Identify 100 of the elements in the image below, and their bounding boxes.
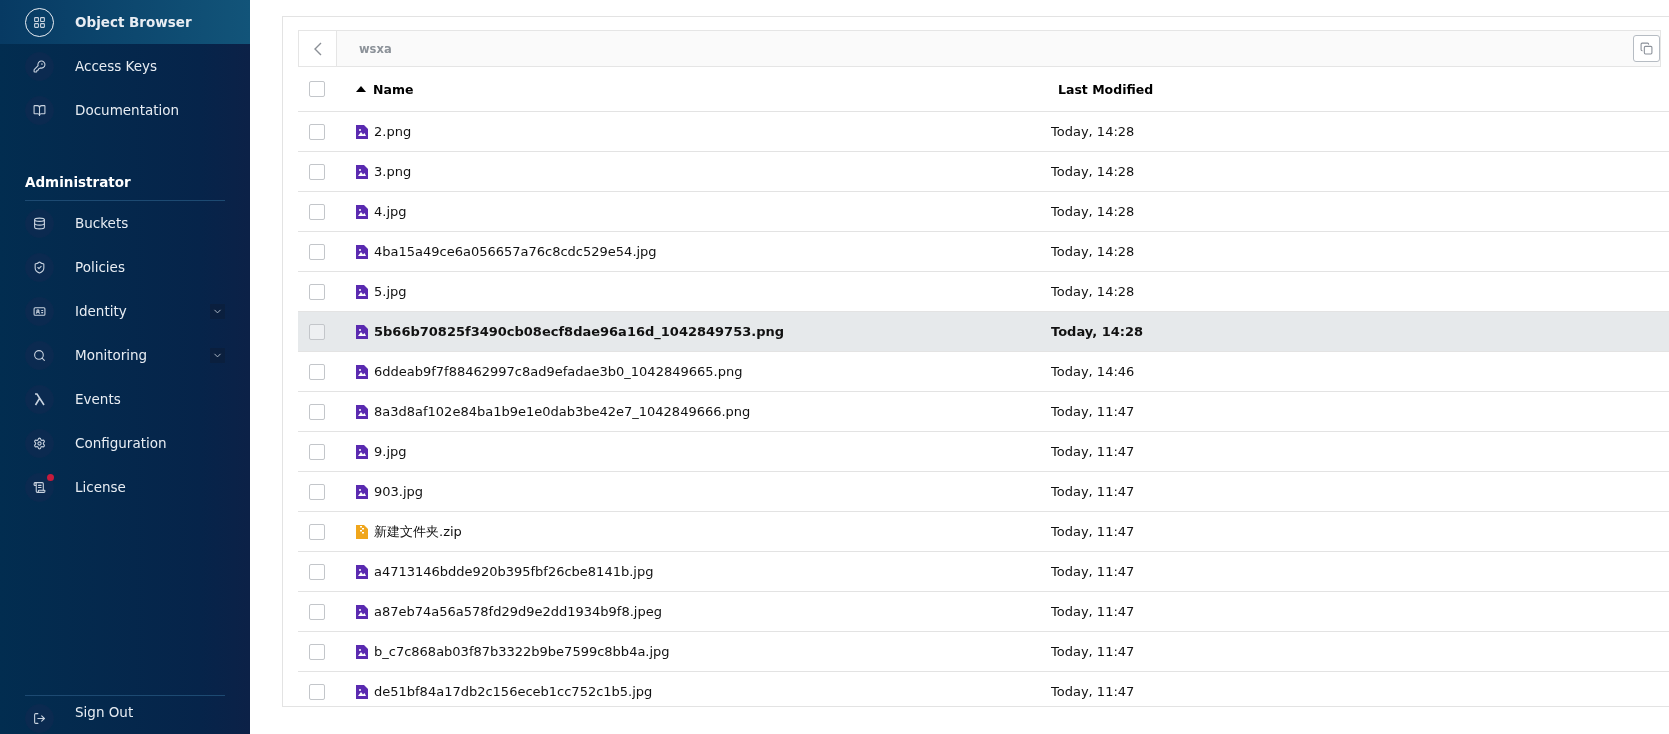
file-name: 新建文件夹.zip (374, 522, 462, 541)
file-name: 4.jpg (374, 204, 407, 219)
row-checkbox[interactable] (309, 203, 325, 220)
sign-out-item[interactable]: Sign Out (0, 696, 250, 734)
sidebar-label: Configuration (75, 435, 168, 451)
sidebar-label: Events (75, 391, 122, 407)
modified-date: Today, 14:28 (1051, 124, 1135, 139)
grid-icon (33, 15, 46, 29)
magnifier-icon (33, 348, 46, 362)
modified-date: Today, 11:47 (1051, 644, 1135, 659)
image-file-icon (356, 164, 368, 179)
sidebar-item[interactable]: Documentation (0, 88, 250, 132)
row-checkbox[interactable] (309, 563, 325, 580)
file-name: 3.png (374, 164, 412, 179)
section-title: Administrator (25, 174, 132, 192)
file-name: 5b66b70825f3490cb08ecf8dae96a16d_1042849753.png (374, 324, 785, 339)
image-file-icon (356, 564, 368, 579)
row-checkbox[interactable] (309, 283, 325, 300)
row-checkbox[interactable] (309, 243, 325, 260)
modified-date: Today, 11:47 (1051, 524, 1135, 539)
sidebar-item[interactable]: Configuration (0, 421, 250, 465)
image-file-icon (356, 644, 368, 659)
chevron-icon[interactable] (210, 303, 225, 319)
file-name: 4ba15a49ce6a056657a76c8cdc529e54.jpg (374, 244, 657, 259)
row-checkbox[interactable] (309, 523, 325, 540)
row-checkbox[interactable] (309, 123, 325, 140)
sidebar-item[interactable]: Events (0, 377, 250, 421)
image-file-icon (356, 684, 368, 699)
image-file-icon (356, 124, 368, 139)
lambda-icon (33, 392, 46, 406)
gear-icon (33, 436, 46, 450)
row-checkbox[interactable] (309, 363, 325, 380)
sidebar-label: Identity (75, 303, 128, 319)
chevron-left-icon (313, 41, 322, 56)
sidebar-item[interactable]: Access Keys (0, 44, 250, 88)
sidebar-item[interactable]: Object Browser (0, 0, 250, 44)
image-file-icon (356, 604, 368, 619)
modified-date: Today, 11:47 (1051, 484, 1135, 499)
column-header[interactable]: Name (356, 81, 414, 97)
row-checkbox[interactable] (309, 403, 325, 420)
modified-date: Today, 11:47 (1051, 444, 1135, 459)
sidebar-label: Policies (75, 259, 126, 275)
modified-date: Today, 14:46 (1051, 364, 1135, 379)
file-name: 8a3d8af102e84ba1b9e1e0dab3be42e7_1042849666.png (374, 404, 751, 419)
modified-date: Today, 14:28 (1051, 324, 1144, 339)
sign-out-icon (33, 712, 46, 725)
image-file-icon (356, 484, 368, 499)
copy-button[interactable] (1633, 35, 1660, 62)
image-file-icon (356, 244, 368, 259)
modified-date: Today, 11:47 (1051, 404, 1135, 419)
sidebar-label: Monitoring (75, 347, 149, 363)
modified-date: Today, 14:28 (1051, 164, 1135, 179)
modified-date: Today, 11:47 (1051, 564, 1135, 579)
image-file-icon (356, 204, 368, 219)
file-name: de51bf84a17db2c156eceb1cc752c1b5.jpg (374, 684, 653, 699)
image-file-icon (356, 324, 368, 339)
sidebar-item[interactable]: Monitoring (0, 333, 250, 377)
id-card-icon (33, 304, 46, 318)
file-row[interactable]: 5b66b70825f3490cb08ecf8dae96a16d_1042849753.png Today, 14:28 (298, 312, 1669, 352)
shield-icon (33, 260, 46, 274)
back-button[interactable] (299, 31, 337, 66)
sidebar-label: Access Keys (75, 58, 158, 74)
file-name: b_c7c868ab03f87b3322b9be7599c8bb4a.jpg (374, 644, 670, 659)
document-icon (33, 480, 46, 494)
file-name: 5.jpg (374, 284, 407, 299)
row-checkbox[interactable] (309, 683, 325, 700)
file-name: 9.jpg (374, 444, 407, 459)
image-file-icon (356, 284, 368, 299)
row-checkbox[interactable] (309, 163, 325, 180)
image-file-icon (356, 404, 368, 419)
modified-date: Today, 14:28 (1051, 284, 1135, 299)
row-checkbox[interactable] (309, 483, 325, 500)
book-icon (33, 103, 46, 117)
sidebar-item[interactable]: License (0, 465, 250, 509)
sidebar-item[interactable]: Buckets (0, 201, 250, 245)
column-header[interactable]: Last Modified (1058, 81, 1154, 97)
file-name: a4713146bdde920b395fbf26cbe8141b.jpg (374, 564, 654, 579)
row-checkbox[interactable] (309, 603, 325, 620)
file-name: a87eb74a56a578fd29d9e2dd1934b9f8.jpeg (374, 604, 662, 619)
archive-file-icon (356, 524, 368, 539)
image-file-icon (356, 444, 368, 459)
row-checkbox[interactable] (309, 643, 325, 660)
sidebar-item[interactable]: Policies (0, 245, 250, 289)
file-name: 6ddeab9f7f88462997c8ad9efadae3b0_1042849665.png (374, 364, 743, 379)
chevron-icon[interactable] (210, 347, 225, 363)
row-checkbox[interactable] (309, 323, 325, 340)
copy-icon (1640, 42, 1653, 55)
bucket-icon (33, 216, 46, 230)
key-icon (33, 59, 46, 73)
file-name: 903.jpg (374, 484, 424, 499)
row-checkbox[interactable] (309, 443, 325, 460)
select-all-checkbox[interactable] (309, 81, 325, 97)
sidebar-label: Buckets (75, 215, 130, 231)
modified-date: Today, 11:47 (1051, 604, 1135, 619)
sidebar-item[interactable]: Identity (0, 289, 250, 333)
sidebar-label: Object Browser (75, 14, 193, 30)
modified-date: Today, 11:47 (1051, 684, 1135, 699)
sidebar-label: License (75, 479, 127, 495)
modified-date: Today, 14:28 (1051, 204, 1135, 219)
image-file-icon (356, 364, 368, 379)
